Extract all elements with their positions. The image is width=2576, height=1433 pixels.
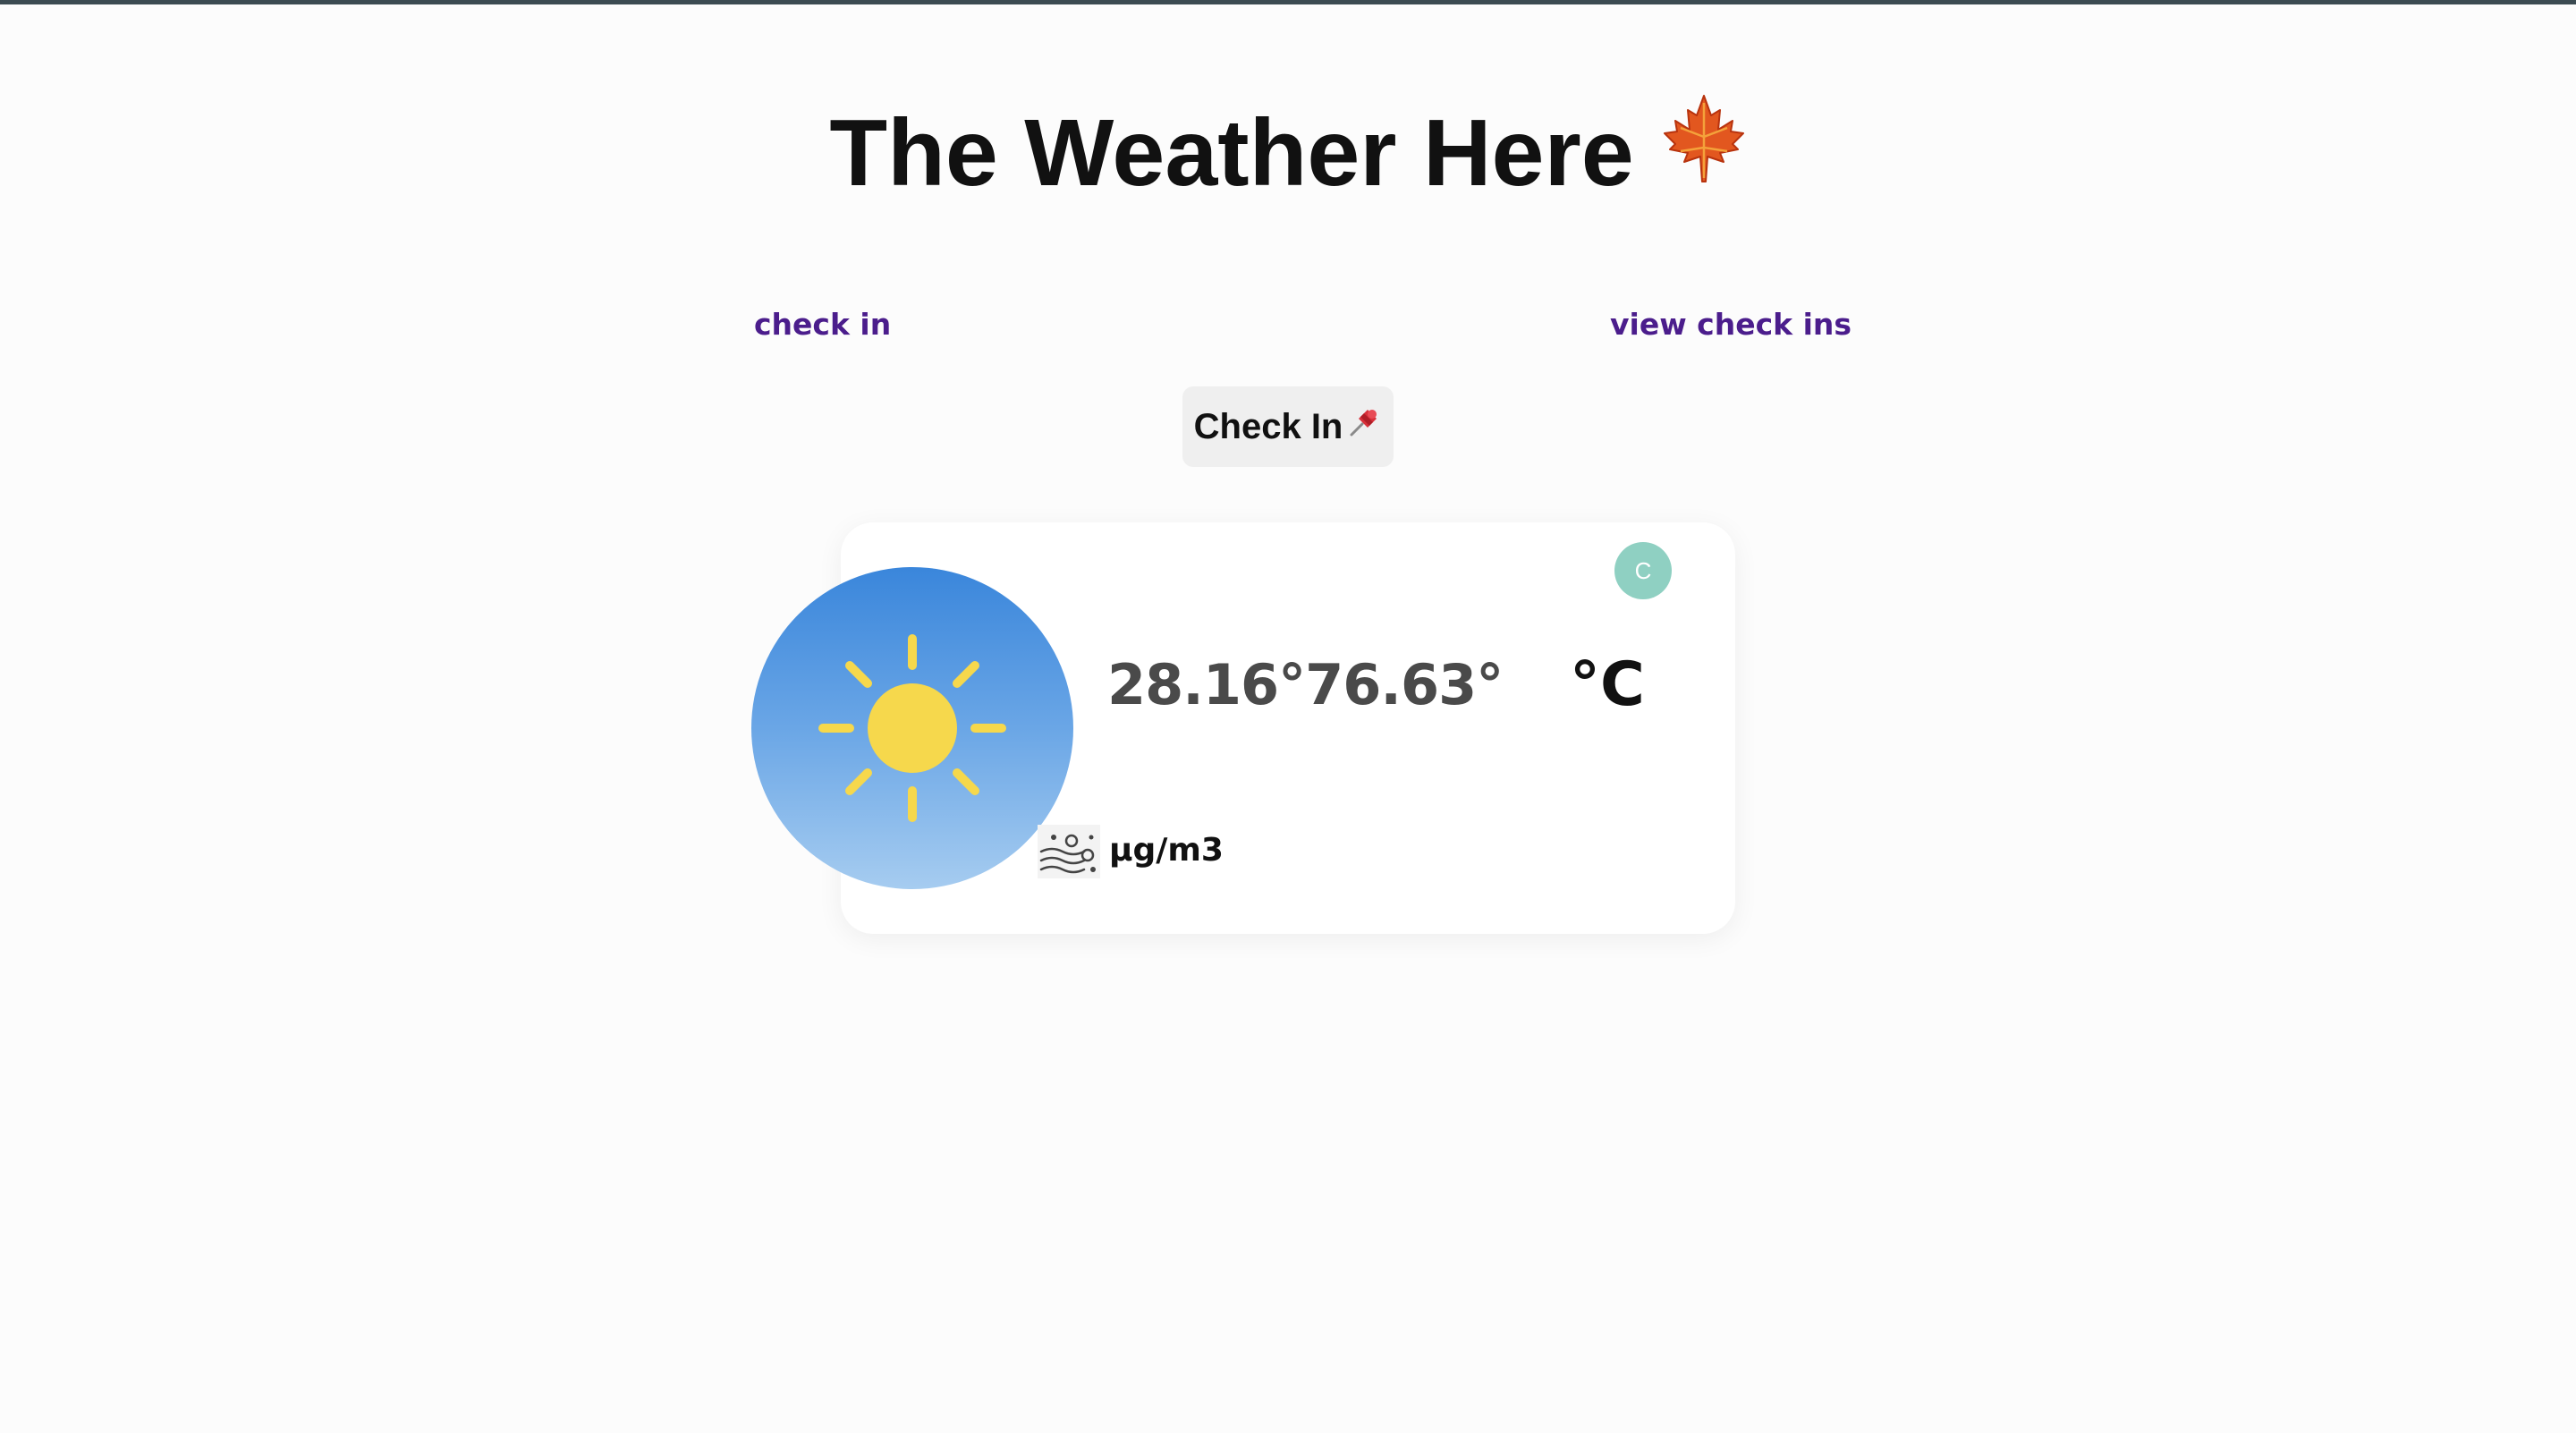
check-in-link[interactable]: check in — [754, 302, 891, 347]
check-in-button-label: Check In — [1193, 406, 1343, 446]
temperature-readout: 28.16°76.63° — [1107, 652, 1504, 717]
window-top-bar — [0, 0, 2576, 4]
check-in-button[interactable]: Check In — [1182, 386, 1394, 467]
page-title: The Weather Here — [0, 89, 2576, 224]
air-quality-unit: μg/m3 — [1109, 832, 1224, 869]
pushpin-icon — [1346, 404, 1382, 449]
air-pollution-icon — [1038, 825, 1100, 878]
temperature-unit-label: °C — [1570, 649, 1645, 720]
page-title-text: The Weather Here — [829, 100, 1634, 206]
view-check-ins-link[interactable]: view check ins — [1610, 302, 1852, 347]
sun-icon — [751, 567, 1073, 889]
unit-toggle-button[interactable]: C — [1614, 542, 1672, 599]
maple-leaf-icon — [1661, 89, 1747, 216]
